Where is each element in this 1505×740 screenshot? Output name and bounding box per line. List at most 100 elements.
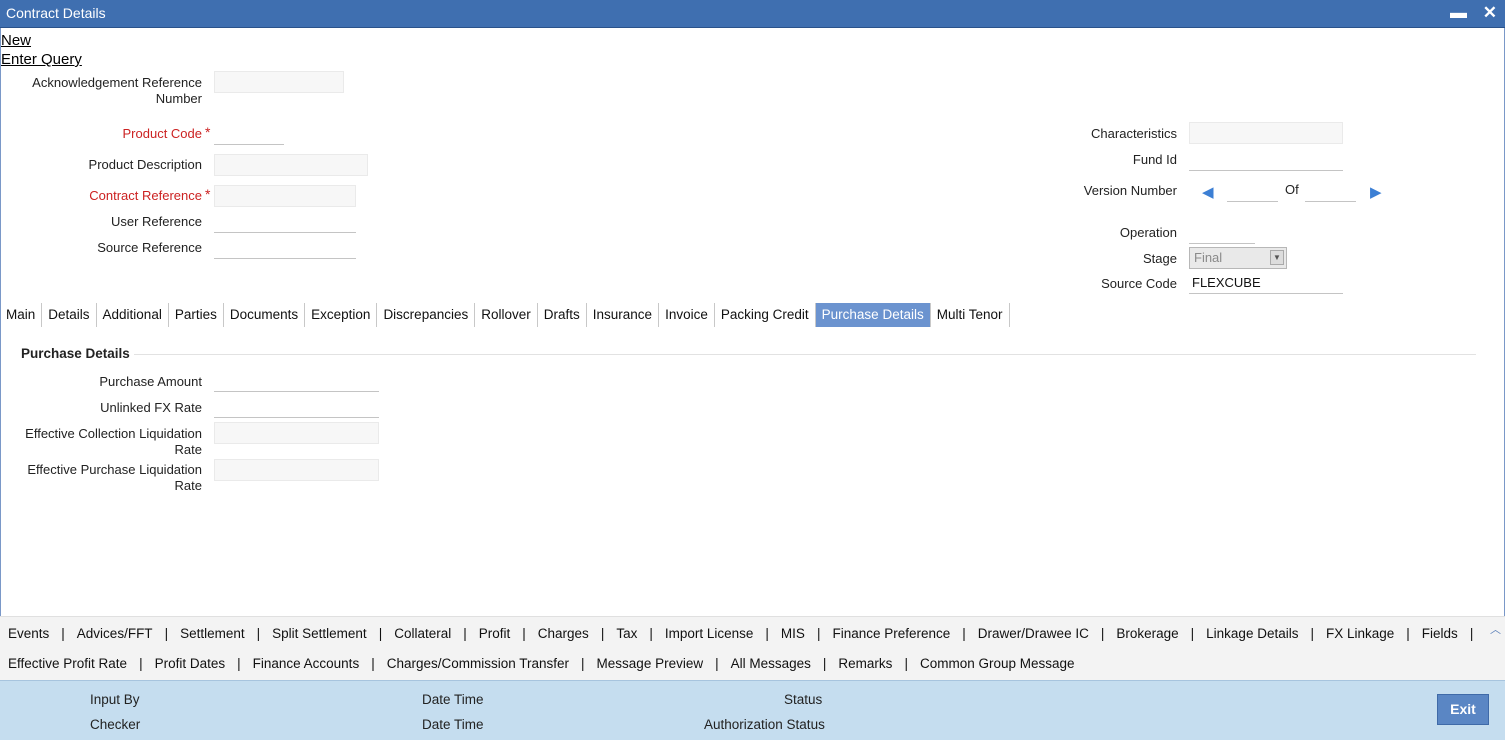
stage-select[interactable]: Final ▼ [1189,247,1287,269]
source-code-field[interactable]: FLEXCUBE [1189,272,1343,294]
link-profit-dates[interactable]: Profit Dates [155,656,226,671]
links-row-1: Events | Advices/FFT | Settlement | Split Sett… [8,626,1485,641]
contract-ref-field[interactable] [214,185,356,207]
link-fields[interactable]: Fields [1422,626,1458,641]
tab-main[interactable]: Main [0,303,43,327]
enter-query-link[interactable]: Enter Query [1,51,82,68]
close-icon[interactable]: ✕ [1483,3,1497,23]
link-finance-accounts[interactable]: Finance Accounts [253,656,360,671]
tab-exception[interactable]: Exception [305,303,378,327]
link-tax[interactable]: Tax [616,626,637,641]
tab-insurance[interactable]: Insurance [587,303,660,327]
source-ref-label: Source Reference [97,240,202,255]
eff-purch-liq-field[interactable] [214,459,379,481]
link-mis[interactable]: MIS [781,626,805,641]
link-separator: | [378,626,383,641]
new-link[interactable]: New [1,32,31,49]
next-version-icon[interactable]: ▶ [1370,183,1382,201]
window-title: Contract Details [6,5,106,21]
tab-additional[interactable]: Additional [97,303,169,327]
minimize-icon[interactable]: ▬ [1450,3,1467,23]
characteristics-field[interactable] [1189,122,1343,144]
total-versions-field[interactable] [1305,180,1356,202]
version-number-field[interactable] [1227,180,1278,202]
contract-ref-required-mark: * [205,186,211,202]
tab-discrepancies[interactable]: Discrepancies [377,303,476,327]
section-title: Purchase Details [21,346,130,361]
tab-documents[interactable]: Documents [224,303,306,327]
purchase-amount-label: Purchase Amount [99,374,202,389]
link-remarks[interactable]: Remarks [838,656,892,671]
unlinked-fx-label: Unlinked FX Rate [100,400,202,415]
link-all-messages[interactable]: All Messages [731,656,811,671]
link-advices-fft[interactable]: Advices/FFT [77,626,153,641]
fund-id-field[interactable] [1189,149,1343,171]
link-separator: | [522,626,526,641]
tab-purchase-details[interactable]: Purchase Details [815,303,931,327]
link-separator: | [139,656,143,671]
link-events[interactable]: Events [8,626,49,641]
link-separator: | [904,656,908,671]
ack-ref-field[interactable] [214,71,344,93]
status-label: Status [784,692,823,707]
link-common-group-message[interactable]: Common Group Message [920,656,1075,671]
link-separator: | [962,626,966,641]
tab-parties[interactable]: Parties [169,303,224,327]
link-split-settlement[interactable]: Split Settlement [272,626,367,641]
link-charges[interactable]: Charges [538,626,589,641]
checker-date-time-label: Date Time [422,717,484,732]
product-code-label: Product Code [122,126,203,141]
link-fx-linkage[interactable]: FX Linkage [1326,626,1394,641]
characteristics-label: Characteristics [1091,126,1177,141]
of-label: Of [1285,182,1299,197]
stage-label: Stage [1143,251,1177,266]
link-finance-preference[interactable]: Finance Preference [832,626,950,641]
link-separator: | [715,656,719,671]
version-number-label: Version Number [1083,183,1177,198]
link-separator: | [600,626,605,641]
stage-value: Final [1194,250,1223,265]
subsystem-links-bar: Events | Advices/FFT | Settlement | Split Sett… [0,616,1505,680]
auth-status-label: Authorization Status [704,717,825,732]
eff-coll-liq-field[interactable] [214,422,379,444]
previous-version-icon[interactable]: ◀ [1202,183,1214,201]
link-import-license[interactable]: Import License [665,626,754,641]
tab-details[interactable]: Details [42,303,97,327]
fund-id-label: Fund Id [1132,152,1177,167]
operation-field[interactable] [1189,222,1255,244]
link-charges-commission-transfer[interactable]: Charges/Commission Transfer [387,656,569,671]
tab-packing-credit[interactable]: Packing Credit [715,303,816,327]
tab-bar: Main Details Additional Parties Documents Exc… [0,303,1010,327]
link-drawer-drawee-ic[interactable]: Drawer/Drawee IC [978,626,1089,641]
tab-drafts[interactable]: Drafts [538,303,587,327]
checker-label: Checker [90,717,141,732]
link-profit[interactable]: Profit [479,626,511,641]
link-collateral[interactable]: Collateral [394,626,451,641]
link-effective-profit-rate[interactable]: Effective Profit Rate [8,656,127,671]
purchase-amount-field[interactable] [214,370,379,392]
link-separator: | [1469,626,1474,641]
contract-ref-label: Contract Reference [89,188,202,203]
link-brokerage[interactable]: Brokerage [1116,626,1178,641]
links-row-2: Effective Profit Rate | Profit Dates | Finan… [8,656,1075,671]
tab-invoice[interactable]: Invoice [659,303,715,327]
tab-rollover[interactable]: Rollover [475,303,538,327]
product-code-field[interactable] [214,123,284,145]
exit-button[interactable]: Exit [1437,694,1489,725]
user-ref-field[interactable] [214,211,356,233]
eff-purch-liq-label: Effective Purchase Liquidation Rate [27,462,202,493]
link-separator: | [581,656,585,671]
link-linkage-details[interactable]: Linkage Details [1206,626,1298,641]
link-separator: | [765,626,769,641]
unlinked-fx-field[interactable] [214,396,379,418]
chevron-down-icon: ▼ [1270,250,1284,265]
tab-multi-tenor[interactable]: Multi Tenor [931,303,1010,327]
link-message-preview[interactable]: Message Preview [597,656,704,671]
link-separator: | [822,656,827,671]
link-settlement[interactable]: Settlement [180,626,245,641]
source-ref-field[interactable] [214,237,356,259]
input-by-label: Input By [90,692,140,707]
product-desc-field[interactable] [214,154,368,176]
link-separator: | [371,656,375,671]
scroll-up-icon[interactable]: ︿ [1490,621,1501,637]
